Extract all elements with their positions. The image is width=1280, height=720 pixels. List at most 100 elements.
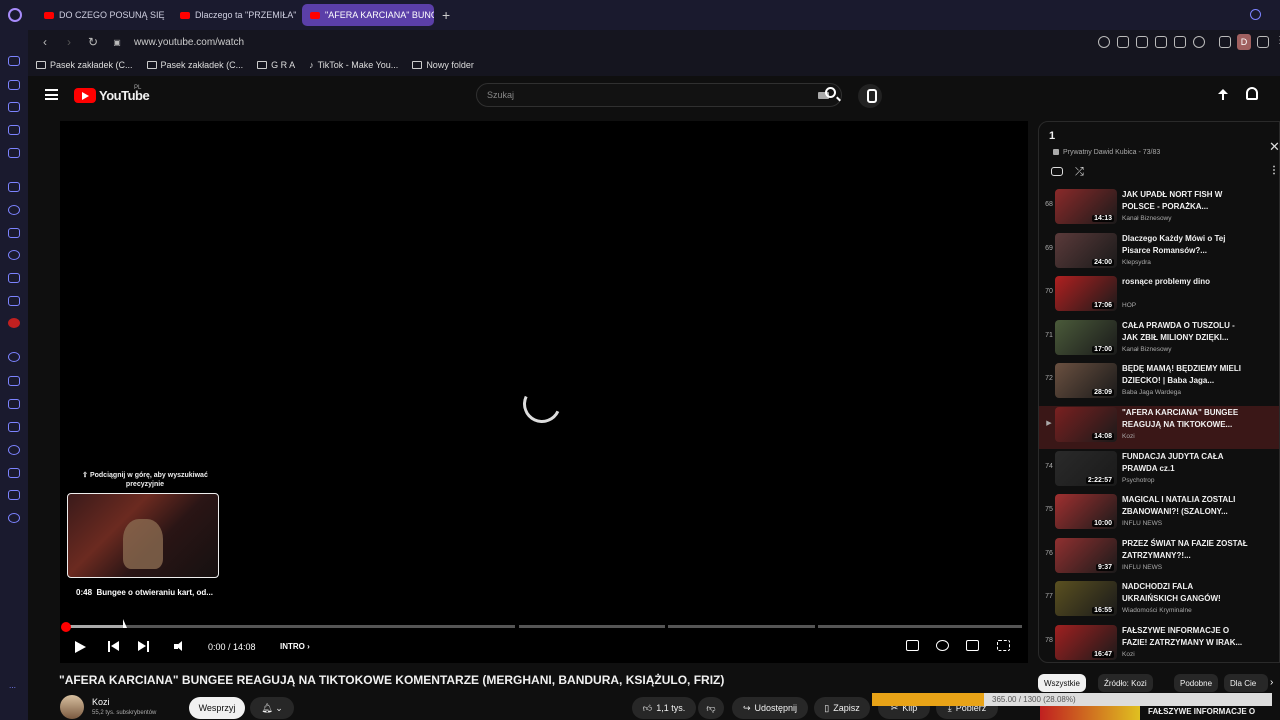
twitch-icon[interactable]	[8, 182, 20, 192]
progress-segment[interactable]	[668, 625, 815, 628]
bookmark-item[interactable]: Nowy folder	[412, 60, 474, 70]
url-field[interactable]: www.youtube.com/watch	[134, 37, 244, 48]
previous-icon[interactable]	[108, 641, 119, 652]
forward-icon[interactable]: ›	[62, 35, 76, 49]
bookmark-item[interactable]: ♪ TikTok - Make You...	[309, 60, 398, 70]
playlist-item[interactable]: 69 24:00 Dlaczego Każdy Mówi o Tej Pisarce…	[1039, 232, 1279, 275]
playlist-item[interactable]: 72 28:09 BĘDĘ MAMĄ! BĘDZIEMY MIELI DZIECKO…	[1039, 362, 1279, 405]
sidebar-app-icon[interactable]	[8, 56, 20, 66]
sidebar-app-icon[interactable]	[8, 352, 20, 362]
tab-1[interactable]: DO CZEGO POSUNĄ SIĘ K	[36, 4, 166, 26]
notification-bell-button[interactable]: 🔔︎ ⌄	[250, 697, 294, 719]
channel-avatar[interactable]	[60, 695, 84, 719]
fullscreen-icon[interactable]	[997, 640, 1010, 651]
bookmark-item[interactable]: Pasek zakładek (C...	[36, 60, 133, 70]
telegram-icon[interactable]	[8, 228, 20, 238]
download-icon[interactable]	[8, 468, 20, 478]
playlist-item[interactable]: 77 16:55 NADCHODZI FALA UKRAIŃSKICH GANGÓW…	[1039, 580, 1279, 623]
subtitles-icon[interactable]	[906, 640, 919, 651]
hamburger-menu-icon[interactable]	[45, 89, 58, 100]
chip-source[interactable]: Źródło: Kozi	[1098, 674, 1153, 692]
chip-related[interactable]: Podobne	[1174, 674, 1219, 692]
heart-icon[interactable]	[1193, 36, 1205, 48]
youtube-logo-icon[interactable]	[74, 88, 96, 103]
bookmark-item[interactable]: Pasek zakładek (C...	[146, 60, 243, 70]
chip-all[interactable]: Wszystkie	[1038, 674, 1086, 692]
player-icon[interactable]	[8, 376, 20, 386]
save-button[interactable]: ▯ Zapisz	[814, 697, 870, 719]
instagram-icon[interactable]	[8, 250, 20, 260]
share-button[interactable]: ↪ Udostępnij	[732, 697, 808, 719]
sidebar-more-icon[interactable]: ⋯	[9, 684, 16, 692]
profile-avatar[interactable]: D	[1237, 34, 1251, 50]
discord-icon[interactable]	[8, 296, 20, 306]
playlist-item[interactable]: 74 2:22:57 FUNDACJA JUDYTA CAŁA PRAWDA cz.…	[1039, 450, 1279, 493]
messenger-icon[interactable]	[8, 205, 20, 215]
search-button[interactable]	[816, 83, 844, 107]
like-button[interactable]: 👍︎ 1,1 tys.	[632, 697, 696, 719]
next-icon[interactable]	[138, 641, 149, 652]
playlist-item[interactable]: 76 9:37 PRZEZ ŚWIAT NA FAZIE ZOSTAŁ ZATRZY…	[1039, 537, 1279, 580]
shield-icon[interactable]	[1155, 36, 1167, 48]
playlist-item[interactable]: 78 16:47 FAŁSZYWE INFORMACJE O FAZIE! ZATR…	[1039, 624, 1279, 662]
support-button[interactable]: Wesprzyj	[189, 697, 245, 719]
volume-icon[interactable]	[174, 641, 188, 652]
video-player[interactable]: ⇧ Podciągnij w górę, aby wyszukiwać prec…	[60, 121, 1028, 663]
upload-icon[interactable]	[1216, 88, 1230, 102]
progress-segment[interactable]	[65, 625, 515, 628]
shuffle-icon[interactable]: ⤮	[1075, 166, 1084, 179]
search-input[interactable]: Szukaj	[476, 83, 842, 107]
playlist-item[interactable]: 71 17:00 CAŁA PRAWDA O TUSZOLU - JAK ZBIŁ …	[1039, 319, 1279, 362]
download-icon[interactable]	[1257, 36, 1269, 48]
new-tab-button[interactable]: +	[442, 7, 450, 23]
sidebar-app-icon[interactable]	[8, 125, 20, 135]
sidebar-app-icon[interactable]	[8, 422, 20, 432]
progress-segment[interactable]	[519, 625, 665, 628]
tab-2[interactable]: Dlaczego ta "PRZEMIŁA"	[172, 4, 296, 26]
record-icon[interactable]	[8, 318, 20, 328]
back-icon[interactable]: ‹	[38, 35, 52, 49]
screenshot-icon[interactable]	[1136, 36, 1148, 48]
chevron-right-icon[interactable]: ›	[1270, 677, 1273, 688]
chip-for-you[interactable]: Dla Cie	[1224, 674, 1268, 692]
history-icon[interactable]	[8, 445, 20, 455]
menu-icon[interactable]: ⋮	[1275, 35, 1280, 46]
theater-mode-icon[interactable]	[966, 640, 979, 651]
reload-icon[interactable]: ↻	[86, 35, 100, 49]
gear-icon[interactable]	[936, 640, 949, 651]
more-options-icon[interactable]: ⋮	[1269, 165, 1279, 176]
pin-icon[interactable]	[1117, 36, 1129, 48]
playlist-item[interactable]: ▶ 14:08 "AFERA KARCIANA" BUNGEE REAGUJĄ NA…	[1039, 406, 1279, 449]
bookmark-item[interactable]: G R A	[257, 60, 295, 70]
tab-3-active[interactable]: "AFERA KARCIANA" BUNG	[302, 4, 434, 26]
play-icon[interactable]	[75, 641, 87, 653]
search-icon[interactable]	[1250, 9, 1261, 20]
loop-icon[interactable]	[1051, 167, 1063, 176]
browser-logo-icon[interactable]	[8, 8, 22, 22]
playlist-item[interactable]: 70 17:06 rosnące problemy dino HOP	[1039, 275, 1279, 318]
channel-name[interactable]: Kozi	[92, 697, 110, 707]
youtube-logo-text[interactable]: YouTube	[99, 88, 150, 103]
chapter-button[interactable]: INTRO ›	[280, 642, 310, 651]
microphone-icon[interactable]	[858, 84, 882, 108]
bell-icon[interactable]	[1246, 87, 1258, 100]
lock-icon[interactable]: ▣	[110, 38, 124, 47]
x-icon[interactable]	[8, 273, 20, 283]
close-icon[interactable]: ✕	[1269, 139, 1279, 155]
playlist-item[interactable]: 75 10:00 MAGICAL I NATALIA ZOSTALI ZBANOWA…	[1039, 493, 1279, 536]
settings-icon[interactable]	[8, 513, 20, 523]
sidebar-app-icon[interactable]	[8, 80, 20, 90]
sidebar-app-icon[interactable]	[8, 102, 20, 112]
sidebar-app-icon[interactable]	[8, 148, 20, 158]
playlist-title[interactable]: 1	[1049, 130, 1055, 142]
extensions-icon[interactable]	[1219, 36, 1231, 48]
progress-scrubber[interactable]	[61, 622, 71, 632]
heart-icon[interactable]	[8, 399, 20, 409]
dislike-button[interactable]: 👎︎	[698, 697, 724, 719]
extensions-icon[interactable]	[8, 490, 20, 500]
send-icon[interactable]	[1174, 36, 1186, 48]
zoom-icon[interactable]	[1098, 36, 1110, 48]
duration-badge: 14:08	[1092, 433, 1114, 440]
playlist-item[interactable]: 68 14:13 JAK UPADŁ NORT FISH W POLSCE - PO…	[1039, 188, 1279, 231]
progress-segment[interactable]	[818, 625, 1022, 628]
